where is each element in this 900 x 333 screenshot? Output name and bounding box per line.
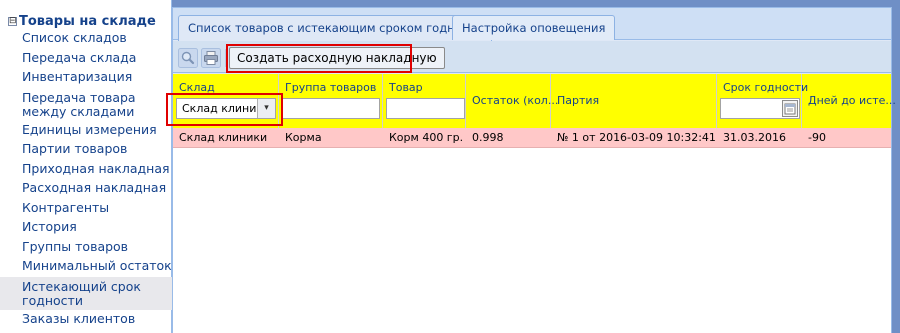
main-panel: Список товаров с истекающим сроком годно… [172, 7, 896, 333]
cell-batch: № 1 от 2016-03-09 10:32:41 [557, 131, 716, 144]
column-balance[interactable]: Остаток (кол... [466, 74, 558, 128]
tab-notification-settings[interactable]: Настройка оповещения [452, 15, 616, 40]
sidebar-item[interactable]: Приходная накладная [0, 160, 172, 180]
toolbar: Создать расходную накладную [173, 41, 891, 73]
sidebar-item[interactable]: Группы товаров [0, 238, 172, 258]
column-days-to-expiry[interactable]: Дней до исте... [802, 74, 896, 128]
column-warehouse[interactable]: Склад Склад клиники ▾ [173, 74, 279, 128]
cell-expiry-date: 31.03.2016 [723, 131, 786, 144]
sidebar: ⊟ Товары на складе Список складов Передача… [0, 0, 172, 333]
sidebar-item[interactable]: Расходная накладная [0, 179, 172, 199]
cell-product: Корм 400 гр. [389, 131, 464, 144]
calendar-icon[interactable] [782, 100, 798, 117]
sidebar-item[interactable]: Заказы клиентов [0, 310, 172, 330]
column-batch-label: Партия [557, 94, 600, 107]
column-expiry-date[interactable]: Срок годности [717, 74, 808, 128]
cell-balance: 0.998 [472, 131, 504, 144]
sidebar-item[interactable]: Партии товаров [0, 140, 172, 160]
table-row[interactable]: Склад клиники Корма Корм 400 гр. 0.998 №… [173, 128, 891, 148]
column-balance-label: Остаток (кол... [472, 94, 559, 107]
sidebar-item[interactable]: Список складов [0, 29, 172, 49]
collapse-icon[interactable]: ⊟ [8, 17, 17, 26]
column-warehouse-label: Склад [179, 81, 215, 94]
product-filter-input[interactable] [386, 98, 465, 119]
sidebar-item[interactable]: Истекающий срок годности [0, 276, 172, 310]
sidebar-item[interactable]: Передача склада [0, 49, 172, 69]
column-product-label: Товар [389, 81, 423, 94]
expiry-date-filter[interactable] [720, 98, 800, 119]
sidebar-item[interactable]: Передача товара между складами [0, 88, 172, 121]
product-group-filter-input[interactable] [282, 98, 380, 119]
grid-header: Склад Склад клиники ▾ Группа товаров Тов… [173, 74, 896, 128]
sidebar-item[interactable]: Единицы измерения [0, 121, 172, 141]
sidebar-item[interactable]: Минимальный остаток [0, 257, 172, 277]
tab-expiring-products[interactable]: Список товаров с истекающим сроком годно… [178, 15, 493, 41]
sidebar-item[interactable]: Контрагенты [0, 199, 172, 219]
column-batch[interactable]: Партия [551, 74, 717, 128]
sidebar-item[interactable]: История [0, 218, 172, 238]
sidebar-title-label: Товары на складе [19, 14, 156, 29]
sidebar-menu: Список складов Передача склада Инвентариза… [0, 29, 172, 329]
tab-bar: Список товаров с истекающим сроком годно… [173, 8, 891, 41]
sidebar-title[interactable]: ⊟ Товары на складе [8, 14, 156, 30]
cell-product-group: Корма [285, 131, 322, 144]
column-product[interactable]: Товар [383, 74, 466, 128]
column-expiry-date-label: Срок годности [723, 81, 809, 94]
chevron-down-icon[interactable]: ▾ [257, 99, 275, 118]
cell-warehouse: Склад клиники [179, 131, 268, 144]
products-grid: Склад Склад клиники ▾ Группа товаров Тов… [173, 74, 896, 333]
column-product-group-label: Группа товаров [285, 81, 377, 94]
column-product-group[interactable]: Группа товаров [279, 74, 383, 128]
window-edge [892, 0, 900, 333]
printer-icon[interactable] [201, 48, 221, 68]
warehouse-filter-combo[interactable]: Склад клиники ▾ [176, 98, 276, 119]
create-expense-invoice-button[interactable]: Создать расходную накладную [229, 47, 445, 69]
sidebar-item[interactable]: Инвентаризация [0, 68, 172, 88]
toolbar-separator [225, 49, 226, 67]
cell-days-to-expiry: -90 [808, 131, 826, 144]
column-days-to-expiry-label: Дней до исте... [808, 94, 896, 107]
magnifier-icon[interactable] [178, 48, 198, 68]
